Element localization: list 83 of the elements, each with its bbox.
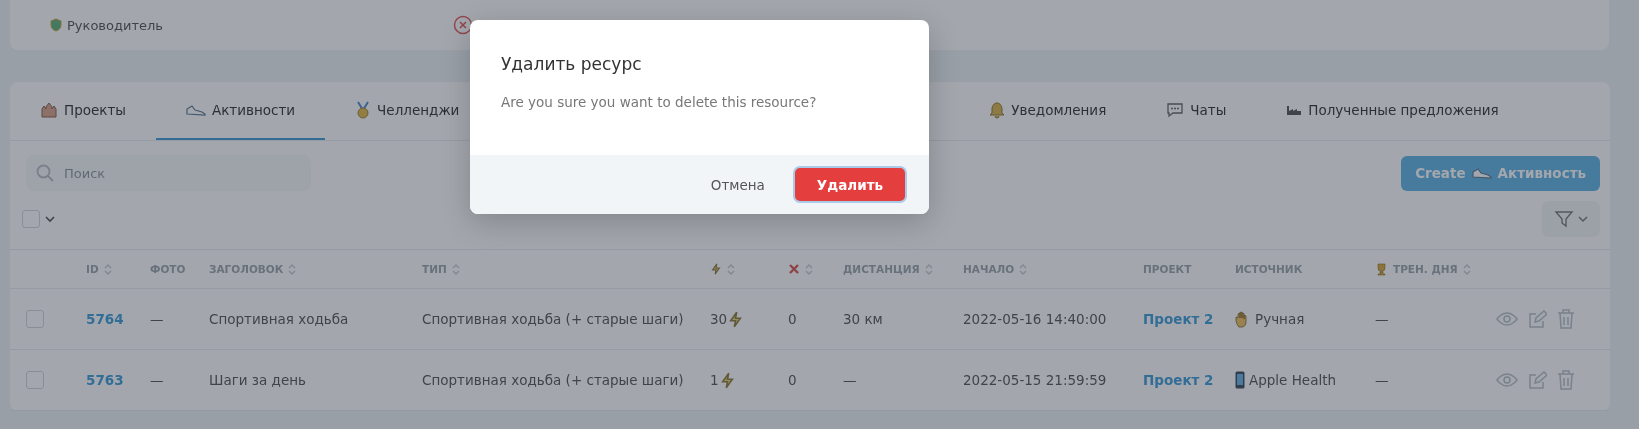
- table-cell: 1: [710, 372, 719, 388]
- delete-button[interactable]: Удалить: [792, 166, 907, 203]
- table-cell: Спортивная ходьба: [209, 311, 349, 327]
- column-header[interactable]: ТРЕН. ДНЯ: [1359, 249, 1480, 289]
- dialog-message: Are you sure you want to delete this resource?: [501, 94, 818, 110]
- id-link[interactable]: 5763: [86, 372, 124, 388]
- role-label: Руководитель: [67, 17, 163, 33]
- table-cell: 2022-05-15 21:59:59: [963, 372, 1107, 388]
- castle-icon: [40, 102, 58, 118]
- column-header[interactable]: [772, 249, 827, 289]
- sort-icon: [103, 262, 112, 276]
- tab[interactable]: Чаты: [1136, 82, 1257, 140]
- sneaker-icon: [185, 104, 206, 116]
- row-checkbox[interactable]: [26, 371, 44, 389]
- chat-icon: [1166, 102, 1185, 118]
- column-header: ИСТОЧНИК: [1219, 249, 1359, 289]
- table-cell: —: [1375, 311, 1389, 327]
- bolt-icon: [727, 310, 745, 328]
- tab[interactable]: Уведомления: [959, 82, 1137, 140]
- table-cell: —: [1375, 372, 1389, 388]
- view-icon[interactable]: [1496, 312, 1518, 326]
- tab[interactable]: Полученные предложения: [1256, 82, 1529, 140]
- cross-icon: [788, 263, 800, 275]
- sort-icon: [805, 262, 813, 276]
- cancel-button[interactable]: Отмена: [704, 175, 771, 194]
- table-cell: —: [150, 372, 164, 388]
- column-header: ПРОЕКТ: [1127, 249, 1219, 289]
- column-header: ФОТО: [134, 249, 193, 289]
- search-icon: [36, 164, 54, 182]
- filter-icon: [1554, 209, 1574, 229]
- column-header[interactable]: ДИСТАНЦИЯ: [827, 249, 947, 289]
- tab[interactable]: Активности: [155, 82, 326, 140]
- table-cell: —: [843, 372, 857, 388]
- medal-icon: [355, 101, 372, 119]
- table-cell: Спортивная ходьба (+ старые шаги): [422, 311, 684, 327]
- bolt-icon: [718, 371, 736, 389]
- bolt-icon: [710, 263, 722, 275]
- table-cell: 2022-05-16 14:40:00: [963, 311, 1107, 327]
- remove-icon[interactable]: [452, 15, 473, 35]
- select-all-checkbox[interactable]: [22, 210, 40, 228]
- sort-icon: [727, 262, 735, 276]
- delete-icon[interactable]: [1557, 370, 1575, 390]
- column-header[interactable]: [694, 249, 772, 289]
- project-link[interactable]: Проект 2: [1143, 311, 1214, 327]
- tab[interactable]: Челленджи: [325, 82, 490, 140]
- sort-icon: [451, 262, 460, 276]
- create-button[interactable]: Create Активность: [1401, 155, 1600, 191]
- column-header[interactable]: НАЧАЛО: [947, 249, 1127, 289]
- column-header[interactable]: ID: [70, 249, 134, 289]
- view-icon[interactable]: [1496, 373, 1518, 387]
- column-header[interactable]: ТИП: [406, 249, 694, 289]
- delete-icon[interactable]: [1557, 309, 1575, 329]
- id-link[interactable]: 5764: [86, 311, 124, 327]
- filter-button[interactable]: [1542, 201, 1600, 237]
- chevron-down-icon: [1578, 215, 1588, 223]
- factory-icon: [1286, 104, 1303, 116]
- sort-icon: [1019, 262, 1028, 276]
- sort-icon: [1462, 262, 1471, 276]
- column-header[interactable]: ЗАГОЛОВОК: [193, 249, 406, 289]
- table-cell: Ручная: [1255, 311, 1305, 327]
- chevron-down-icon: [44, 215, 56, 223]
- table-cell: —: [150, 311, 164, 327]
- table-cell: 0: [788, 372, 797, 388]
- tab[interactable]: Проекты: [10, 82, 156, 140]
- table-cell: 30 км: [843, 311, 883, 327]
- project-link[interactable]: Проект 2: [1143, 372, 1214, 388]
- row-checkbox[interactable]: [26, 310, 44, 328]
- search-field[interactable]: Поиск: [26, 155, 311, 191]
- bell-icon: [989, 101, 1006, 119]
- edit-icon[interactable]: [1528, 370, 1547, 390]
- table-cell: Спортивная ходьба (+ старые шаги): [422, 372, 684, 388]
- table-cell: Apple Health: [1249, 372, 1337, 388]
- table-cell: 0: [788, 311, 797, 327]
- sort-icon: [288, 262, 297, 276]
- dialog-title: Удалить ресурс: [501, 54, 643, 74]
- edit-icon[interactable]: [1528, 309, 1547, 329]
- table-cell: 30: [710, 311, 728, 327]
- sort-icon: [924, 262, 933, 276]
- shield-icon: [50, 18, 62, 32]
- sneaker-icon: [1471, 167, 1492, 179]
- table-cell: Шаги за день: [209, 372, 307, 388]
- trophy-icon: [1375, 262, 1388, 276]
- phone-icon: [1235, 371, 1245, 389]
